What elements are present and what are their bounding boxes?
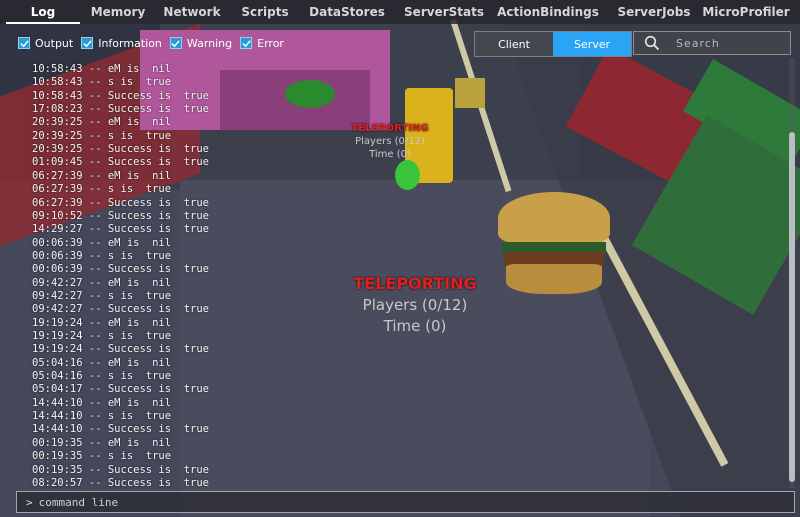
tab-serverjobs[interactable]: ServerJobs	[606, 0, 702, 24]
check-icon	[242, 39, 251, 47]
log-line: 08:20:57 -- Success is true	[32, 476, 210, 488]
search-icon[interactable]	[644, 35, 660, 51]
log-line: 19:19:24 -- s is true	[32, 330, 172, 342]
log-line: 05:04:16 -- s is true	[32, 370, 172, 383]
log-line: 00:19:35 -- eM is nil	[32, 436, 172, 449]
client-server-toggle: Client Server	[474, 31, 632, 57]
search-input[interactable]	[676, 36, 776, 50]
log-line: 19:19:24 -- Success is true	[32, 343, 210, 356]
client-button[interactable]: Client	[475, 32, 553, 56]
log-scrollbar[interactable]	[789, 58, 795, 488]
command-line-bar[interactable]: >	[16, 491, 795, 513]
check-icon	[19, 39, 29, 47]
scrollbar-thumb[interactable]	[789, 132, 795, 482]
log-line: 14:29:27 -- Success is true	[32, 223, 210, 236]
log-line: 09:42:27 -- s is true	[32, 289, 172, 302]
command-prompt-icon: >	[26, 495, 33, 509]
command-line-input[interactable]	[38, 495, 739, 509]
checkbox-error[interactable]	[240, 37, 253, 49]
tab-log[interactable]: Log	[0, 0, 86, 24]
filter-error-label: Error	[257, 36, 284, 50]
filter-output[interactable]: Output	[18, 37, 73, 50]
log-output: 10:58:43 -- eM is nil 10:58:43 -- s is tr…	[0, 60, 790, 488]
log-line: 20:39:25 -- Success is true	[32, 143, 210, 156]
tab-microprofiler[interactable]: MicroProfiler	[702, 0, 790, 24]
log-line: 20:39:25 -- eM is nil	[32, 116, 172, 129]
log-line: 00:19:35 -- Success is true	[32, 463, 210, 476]
log-line: 01:09:45 -- Success is true	[32, 156, 210, 169]
log-line: 14:44:10 -- s is true	[32, 410, 172, 423]
log-filters: Output Information Warning Error	[18, 34, 292, 52]
search-box[interactable]	[633, 31, 791, 55]
log-line: 05:04:17 -- Success is true	[32, 383, 210, 396]
tab-memory[interactable]: Memory	[86, 0, 150, 24]
tab-datastores[interactable]: DataStores	[296, 0, 398, 24]
console-tab-bar: Log Memory Network Scripts DataStores Se…	[0, 0, 800, 24]
log-line: 00:06:39 -- eM is nil	[32, 236, 172, 249]
log-line: 14:44:10 -- Success is true	[32, 423, 210, 436]
log-line: 06:27:39 -- s is true	[32, 183, 172, 196]
tab-network[interactable]: Network	[150, 0, 234, 24]
log-line: 19:19:24 -- eM is nil	[32, 316, 172, 329]
log-line: 20:39:25 -- s is true	[32, 129, 172, 142]
tab-serverstats[interactable]: ServerStats	[398, 0, 490, 24]
filter-warning[interactable]: Warning	[169, 36, 233, 50]
server-button[interactable]: Server	[553, 32, 631, 56]
checkbox-information[interactable]	[81, 37, 94, 49]
checkbox-output[interactable]	[18, 37, 30, 49]
check-icon	[83, 39, 92, 47]
log-line: 10:58:43 -- Success is true	[32, 89, 210, 102]
log-line: 10:58:43 -- eM is nil	[32, 63, 172, 75]
tab-scripts[interactable]: Scripts	[234, 0, 296, 24]
log-line: 06:27:39 -- Success is true	[32, 196, 210, 209]
log-line: 06:27:39 -- eM is nil	[32, 169, 172, 182]
log-line: 14:44:10 -- eM is nil	[32, 396, 172, 409]
tab-actionbindings[interactable]: ActionBindings	[490, 0, 606, 24]
filter-information[interactable]: Information	[81, 37, 162, 50]
log-line: 09:42:27 -- Success is true	[32, 303, 210, 316]
log-line: 00:19:35 -- s is true	[32, 450, 172, 463]
filter-information-label: Information	[98, 36, 162, 50]
checkbox-warning[interactable]	[169, 37, 182, 49]
filter-output-label: Output	[35, 36, 74, 50]
log-line: 09:10:52 -- Success is true	[32, 209, 210, 222]
log-line: 05:04:16 -- eM is nil	[32, 356, 172, 369]
filter-error[interactable]: Error	[240, 37, 284, 50]
filter-warning-label: Warning	[186, 36, 233, 50]
log-line: 00:06:39 -- s is true	[32, 249, 172, 262]
log-line: 10:58:43 -- s is true	[32, 76, 172, 89]
log-line: 00:06:39 -- Success is true	[32, 263, 210, 276]
log-line: 17:08:23 -- Success is true	[32, 103, 210, 116]
log-line: 09:42:27 -- eM is nil	[32, 276, 172, 289]
check-icon	[171, 39, 181, 47]
